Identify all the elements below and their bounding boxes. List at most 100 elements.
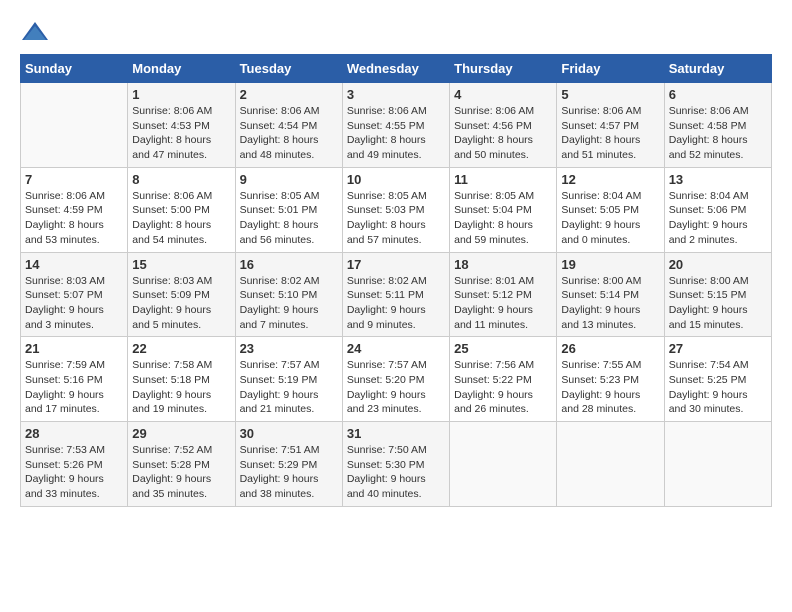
day-number: 25 <box>454 341 552 356</box>
day-cell <box>664 422 771 507</box>
day-number: 5 <box>561 87 659 102</box>
column-header-monday: Monday <box>128 55 235 83</box>
day-number: 14 <box>25 257 123 272</box>
day-cell: 12Sunrise: 8:04 AM Sunset: 5:05 PM Dayli… <box>557 167 664 252</box>
day-info: Sunrise: 8:06 AM Sunset: 4:58 PM Dayligh… <box>669 104 767 163</box>
day-info: Sunrise: 8:03 AM Sunset: 5:09 PM Dayligh… <box>132 274 230 333</box>
day-info: Sunrise: 8:03 AM Sunset: 5:07 PM Dayligh… <box>25 274 123 333</box>
day-number: 9 <box>240 172 338 187</box>
day-cell: 29 Sunrise: 7:52 AM Sunset: 5:28 PM Dayli… <box>128 422 235 507</box>
day-number: 17 <box>347 257 445 272</box>
column-header-friday: Friday <box>557 55 664 83</box>
day-number: 23 <box>240 341 338 356</box>
week-row-5: 28 Sunrise: 7:53 AM Sunset: 5:26 PM Dayli… <box>21 422 772 507</box>
day-info: Sunrise: 8:00 AM Sunset: 5:14 PM Dayligh… <box>561 274 659 333</box>
day-info: Sunrise: 8:05 AM Sunset: 5:03 PM Dayligh… <box>347 189 445 248</box>
day-cell <box>557 422 664 507</box>
day-number: 3 <box>347 87 445 102</box>
day-cell: 11Sunrise: 8:05 AM Sunset: 5:04 PM Dayli… <box>450 167 557 252</box>
day-info: Sunrise: 7:53 AM Sunset: 5:26 PM Dayligh… <box>25 443 123 502</box>
day-info: Sunrise: 7:56 AM Sunset: 5:22 PM Dayligh… <box>454 358 552 417</box>
day-cell: 31 Sunrise: 7:50 AM Sunset: 5:30 PM Dayli… <box>342 422 449 507</box>
day-number: 21 <box>25 341 123 356</box>
day-cell: 21 Sunrise: 7:59 AM Sunset: 5:16 PM Dayli… <box>21 337 128 422</box>
day-cell: 25 Sunrise: 7:56 AM Sunset: 5:22 PM Dayli… <box>450 337 557 422</box>
day-info: Sunrise: 8:06 AM Sunset: 4:55 PM Dayligh… <box>347 104 445 163</box>
logo-icon <box>20 20 50 44</box>
day-cell: 19 Sunrise: 8:00 AM Sunset: 5:14 PM Dayli… <box>557 252 664 337</box>
day-cell: 30 Sunrise: 7:51 AM Sunset: 5:29 PM Dayli… <box>235 422 342 507</box>
day-cell: 24 Sunrise: 7:57 AM Sunset: 5:20 PM Dayli… <box>342 337 449 422</box>
day-cell: 14 Sunrise: 8:03 AM Sunset: 5:07 PM Dayli… <box>21 252 128 337</box>
day-cell: 22 Sunrise: 7:58 AM Sunset: 5:18 PM Dayli… <box>128 337 235 422</box>
header <box>20 20 772 44</box>
day-number: 8 <box>132 172 230 187</box>
day-number: 30 <box>240 426 338 441</box>
day-info: Sunrise: 7:52 AM Sunset: 5:28 PM Dayligh… <box>132 443 230 502</box>
day-info: Sunrise: 8:02 AM Sunset: 5:10 PM Dayligh… <box>240 274 338 333</box>
day-cell: 20 Sunrise: 8:00 AM Sunset: 5:15 PM Dayli… <box>664 252 771 337</box>
day-cell: 2Sunrise: 8:06 AM Sunset: 4:54 PM Daylig… <box>235 83 342 168</box>
day-number: 10 <box>347 172 445 187</box>
day-number: 22 <box>132 341 230 356</box>
day-number: 18 <box>454 257 552 272</box>
day-cell: 17 Sunrise: 8:02 AM Sunset: 5:11 PM Dayli… <box>342 252 449 337</box>
day-info: Sunrise: 7:51 AM Sunset: 5:29 PM Dayligh… <box>240 443 338 502</box>
day-cell: 5 Sunrise: 8:06 AM Sunset: 4:57 PM Daylig… <box>557 83 664 168</box>
day-number: 7 <box>25 172 123 187</box>
day-number: 19 <box>561 257 659 272</box>
column-header-sunday: Sunday <box>21 55 128 83</box>
column-header-wednesday: Wednesday <box>342 55 449 83</box>
day-info: Sunrise: 7:55 AM Sunset: 5:23 PM Dayligh… <box>561 358 659 417</box>
day-cell: 3 Sunrise: 8:06 AM Sunset: 4:55 PM Daylig… <box>342 83 449 168</box>
day-cell: 10 Sunrise: 8:05 AM Sunset: 5:03 PM Dayli… <box>342 167 449 252</box>
day-info: Sunrise: 7:59 AM Sunset: 5:16 PM Dayligh… <box>25 358 123 417</box>
day-info: Sunrise: 8:06 AM Sunset: 4:53 PM Dayligh… <box>132 104 230 163</box>
week-row-3: 14 Sunrise: 8:03 AM Sunset: 5:07 PM Dayli… <box>21 252 772 337</box>
day-cell: 1Sunrise: 8:06 AM Sunset: 4:53 PM Daylig… <box>128 83 235 168</box>
day-info: Sunrise: 7:58 AM Sunset: 5:18 PM Dayligh… <box>132 358 230 417</box>
day-cell: 8 Sunrise: 8:06 AM Sunset: 5:00 PM Daylig… <box>128 167 235 252</box>
column-header-saturday: Saturday <box>664 55 771 83</box>
day-cell: 7 Sunrise: 8:06 AM Sunset: 4:59 PM Daylig… <box>21 167 128 252</box>
day-cell: 28 Sunrise: 7:53 AM Sunset: 5:26 PM Dayli… <box>21 422 128 507</box>
day-number: 24 <box>347 341 445 356</box>
week-row-1: 1Sunrise: 8:06 AM Sunset: 4:53 PM Daylig… <box>21 83 772 168</box>
column-header-tuesday: Tuesday <box>235 55 342 83</box>
day-info: Sunrise: 7:57 AM Sunset: 5:19 PM Dayligh… <box>240 358 338 417</box>
day-cell: 18 Sunrise: 8:01 AM Sunset: 5:12 PM Dayli… <box>450 252 557 337</box>
day-cell: 6 Sunrise: 8:06 AM Sunset: 4:58 PM Daylig… <box>664 83 771 168</box>
day-info: Sunrise: 8:06 AM Sunset: 4:57 PM Dayligh… <box>561 104 659 163</box>
day-info: Sunrise: 7:57 AM Sunset: 5:20 PM Dayligh… <box>347 358 445 417</box>
day-info: Sunrise: 8:00 AM Sunset: 5:15 PM Dayligh… <box>669 274 767 333</box>
day-number: 20 <box>669 257 767 272</box>
day-number: 13 <box>669 172 767 187</box>
day-number: 2 <box>240 87 338 102</box>
day-cell: 4Sunrise: 8:06 AM Sunset: 4:56 PM Daylig… <box>450 83 557 168</box>
day-number: 28 <box>25 426 123 441</box>
day-number: 26 <box>561 341 659 356</box>
day-info: Sunrise: 8:06 AM Sunset: 4:59 PM Dayligh… <box>25 189 123 248</box>
day-cell <box>21 83 128 168</box>
day-cell: 13Sunrise: 8:04 AM Sunset: 5:06 PM Dayli… <box>664 167 771 252</box>
day-number: 6 <box>669 87 767 102</box>
column-header-thursday: Thursday <box>450 55 557 83</box>
day-info: Sunrise: 8:05 AM Sunset: 5:01 PM Dayligh… <box>240 189 338 248</box>
day-number: 31 <box>347 426 445 441</box>
day-info: Sunrise: 7:54 AM Sunset: 5:25 PM Dayligh… <box>669 358 767 417</box>
day-info: Sunrise: 8:01 AM Sunset: 5:12 PM Dayligh… <box>454 274 552 333</box>
day-info: Sunrise: 7:50 AM Sunset: 5:30 PM Dayligh… <box>347 443 445 502</box>
day-info: Sunrise: 8:06 AM Sunset: 4:56 PM Dayligh… <box>454 104 552 163</box>
logo <box>20 20 54 44</box>
day-info: Sunrise: 8:02 AM Sunset: 5:11 PM Dayligh… <box>347 274 445 333</box>
day-number: 29 <box>132 426 230 441</box>
day-cell: 27Sunrise: 7:54 AM Sunset: 5:25 PM Dayli… <box>664 337 771 422</box>
day-info: Sunrise: 8:06 AM Sunset: 5:00 PM Dayligh… <box>132 189 230 248</box>
day-cell <box>450 422 557 507</box>
calendar-table: SundayMondayTuesdayWednesdayThursdayFrid… <box>20 54 772 507</box>
header-row: SundayMondayTuesdayWednesdayThursdayFrid… <box>21 55 772 83</box>
day-cell: 23 Sunrise: 7:57 AM Sunset: 5:19 PM Dayli… <box>235 337 342 422</box>
day-info: Sunrise: 8:05 AM Sunset: 5:04 PM Dayligh… <box>454 189 552 248</box>
day-number: 15 <box>132 257 230 272</box>
week-row-4: 21 Sunrise: 7:59 AM Sunset: 5:16 PM Dayli… <box>21 337 772 422</box>
